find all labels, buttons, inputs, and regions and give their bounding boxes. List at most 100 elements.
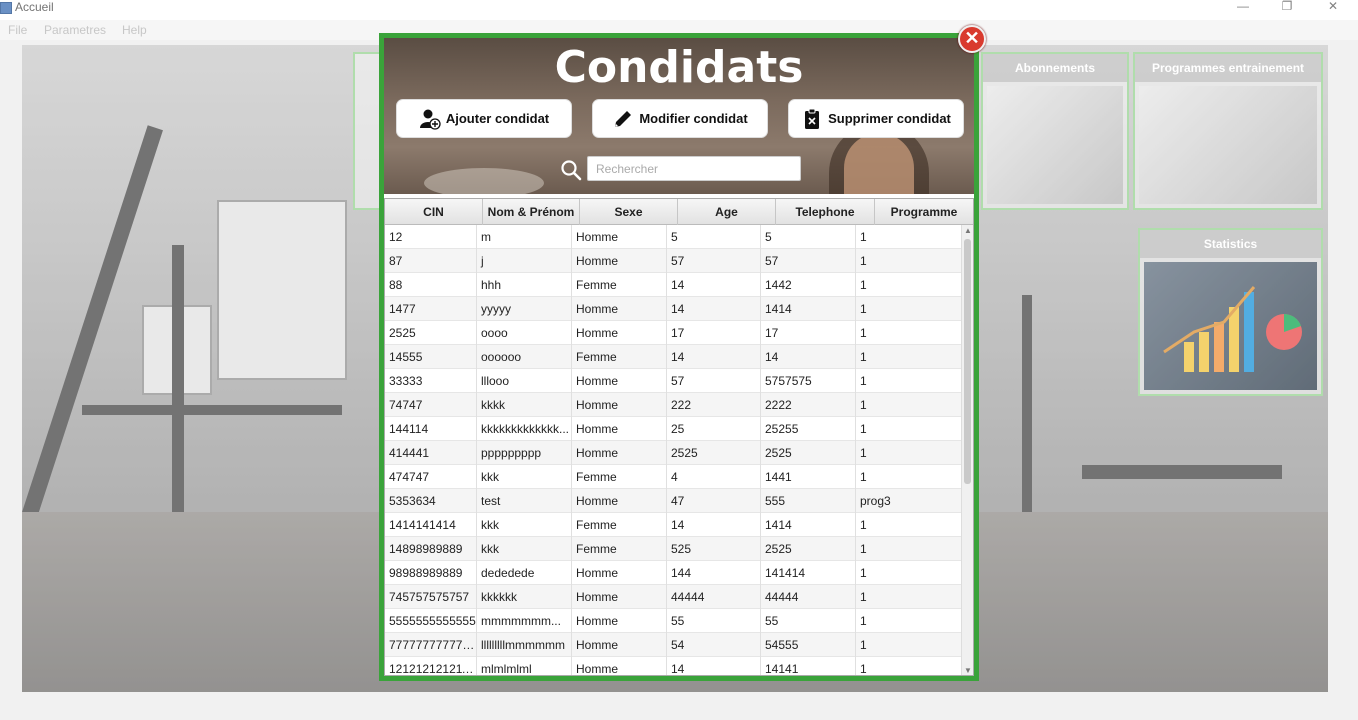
scroll-down-arrow-icon[interactable]: ▼ (962, 666, 973, 675)
table-row[interactable]: 414441 ppppppppp Homme 2525 2525 1 (385, 441, 963, 465)
cell-nom: dededede (477, 561, 572, 585)
cell-programme: 1 (860, 638, 867, 652)
table-row[interactable]: 474747 kkk Femme 4 1441 1 (385, 465, 963, 489)
cell-nom: hhh (477, 273, 572, 297)
cell-age: 14 (667, 657, 761, 675)
cell-programme: 1 (860, 614, 867, 628)
cell-sexe: Homme (572, 297, 667, 321)
window-close-button[interactable]: ✕ (1310, 0, 1356, 14)
edit-candidate-label: Modifier condidat (639, 111, 748, 126)
cell-sexe: Femme (572, 513, 667, 537)
table-scrollbar[interactable]: ▲ ▼ (961, 225, 973, 675)
bg-machine-shape (1082, 465, 1282, 479)
card-statistics[interactable]: Statistics (1138, 228, 1323, 396)
cell-programme: prog3 (860, 494, 891, 508)
window-title: Accueil (15, 0, 54, 14)
search-icon (560, 159, 582, 181)
cell-nom: kkk (477, 513, 572, 537)
table-row[interactable]: 2525 oooo Homme 17 17 1 (385, 321, 963, 345)
table-row[interactable]: 33333 lllooo Homme 57 5757575 1 (385, 369, 963, 393)
delete-candidate-button[interactable]: Supprimer condidat (788, 99, 964, 138)
cell-cin: 745757575757 (385, 585, 477, 609)
menu-file[interactable]: File (8, 23, 27, 37)
cell-nom: yyyyy (477, 297, 572, 321)
add-candidate-button[interactable]: Ajouter condidat (396, 99, 572, 138)
table-row[interactable]: 5555555555555 mmmmmmm... Homme 55 55 1 (385, 609, 963, 633)
cell-cin: 12 (385, 225, 477, 249)
table-row[interactable]: 14898989889 kkk Femme 525 2525 1 (385, 537, 963, 561)
cell-sexe: Homme (572, 561, 667, 585)
table-row[interactable]: 1477 yyyyy Homme 14 1414 1 (385, 297, 963, 321)
column-header-nom[interactable]: Nom & Prénom (483, 199, 580, 225)
cell-programme: 1 (860, 398, 867, 412)
cell-sexe: Homme (572, 417, 667, 441)
table-row[interactable]: 745757575757 kkkkkk Homme 44444 44444 1 (385, 585, 963, 609)
cell-telephone: 141414 (761, 561, 856, 585)
scroll-up-arrow-icon[interactable]: ▲ (962, 226, 973, 236)
card-programmes[interactable]: Programmes entrainement (1133, 52, 1323, 210)
cell-cin: 5353634 (385, 489, 477, 513)
cell-age: 14 (667, 297, 761, 321)
table-row[interactable]: 121212121211... mlmlmlml Homme 14 14141 1 (385, 657, 963, 675)
delete-clipboard-icon (801, 108, 823, 130)
minimize-button[interactable]: — (1220, 0, 1266, 14)
cell-nom: j (477, 249, 572, 273)
restore-button[interactable]: ❐ (1264, 0, 1310, 14)
scroll-thumb[interactable] (964, 239, 971, 484)
cell-programme: 1 (860, 566, 867, 580)
edit-candidate-button[interactable]: Modifier condidat (592, 99, 768, 138)
delete-candidate-label: Supprimer condidat (828, 111, 951, 126)
header-bg-shape (844, 133, 914, 194)
cell-programme: 1 (860, 374, 867, 388)
cell-telephone: 2525 (761, 537, 856, 561)
cell-age: 2525 (667, 441, 761, 465)
cell-age: 525 (667, 537, 761, 561)
cell-nom: test (477, 489, 572, 513)
cell-telephone: 2222 (761, 393, 856, 417)
table-row[interactable]: 14555 oooooo Femme 14 14 1 (385, 345, 963, 369)
table-row[interactable]: 777777777777... lllllllllmmmmmm Homme 54 545… (385, 633, 963, 657)
table-row[interactable]: 88 hhh Femme 14 1442 1 (385, 273, 963, 297)
bar-chart-illustration (1163, 286, 1302, 372)
table-row[interactable]: 144114 kkkkkkkkkkkkk... Homme 25 25255 1 (385, 417, 963, 441)
card-programmes-title: Programmes entrainement (1135, 54, 1321, 82)
bg-window-shape (217, 200, 347, 380)
menu-parametres[interactable]: Parametres (44, 23, 106, 37)
table-row[interactable]: 12 m Homme 5 5 1 (385, 225, 963, 249)
candidates-table: CIN Nom & Prénom Sexe Age Telephone Prog… (384, 198, 974, 676)
column-header-telephone[interactable]: Telephone (776, 199, 875, 225)
table-row[interactable]: 5353634 test Homme 47 555 prog3 (385, 489, 963, 513)
search-input[interactable] (587, 156, 801, 181)
cell-age: 17 (667, 321, 761, 345)
cell-age: 14 (667, 273, 761, 297)
table-row[interactable]: 1414141414 kkk Femme 14 1414 1 (385, 513, 963, 537)
cell-age: 54 (667, 633, 761, 657)
column-header-age[interactable]: Age (678, 199, 776, 225)
cell-programme: 1 (860, 590, 867, 604)
column-header-programme[interactable]: Programme (875, 199, 973, 225)
cell-age: 47 (667, 489, 761, 513)
cell-cin: 5555555555555 (385, 609, 477, 633)
cell-age: 14 (667, 345, 761, 369)
card-abonnements[interactable]: Abonnements (981, 52, 1129, 210)
cell-programme: 1 (860, 302, 867, 316)
cell-sexe: Femme (572, 273, 667, 297)
cell-telephone: 25255 (761, 417, 856, 441)
menu-help[interactable]: Help (122, 23, 147, 37)
pencil-icon (612, 108, 634, 130)
column-header-sexe[interactable]: Sexe (580, 199, 678, 225)
modal-close-button[interactable]: ✕ (958, 25, 986, 53)
card-abonnements-image (987, 86, 1123, 204)
cell-telephone: 54555 (761, 633, 856, 657)
cell-cin: 2525 (385, 321, 477, 345)
table-row[interactable]: 74747 kkkk Homme 222 2222 1 (385, 393, 963, 417)
cell-telephone: 1414 (761, 513, 856, 537)
cell-cin: 88 (385, 273, 477, 297)
cell-sexe: Homme (572, 321, 667, 345)
card-abonnements-title: Abonnements (983, 54, 1127, 82)
cell-sexe: Homme (572, 249, 667, 273)
table-row[interactable]: 98988989889 dededede Homme 144 141414 1 (385, 561, 963, 585)
cell-sexe: Homme (572, 609, 667, 633)
column-header-cin[interactable]: CIN (385, 199, 483, 225)
table-row[interactable]: 87 j Homme 57 57 1 (385, 249, 963, 273)
